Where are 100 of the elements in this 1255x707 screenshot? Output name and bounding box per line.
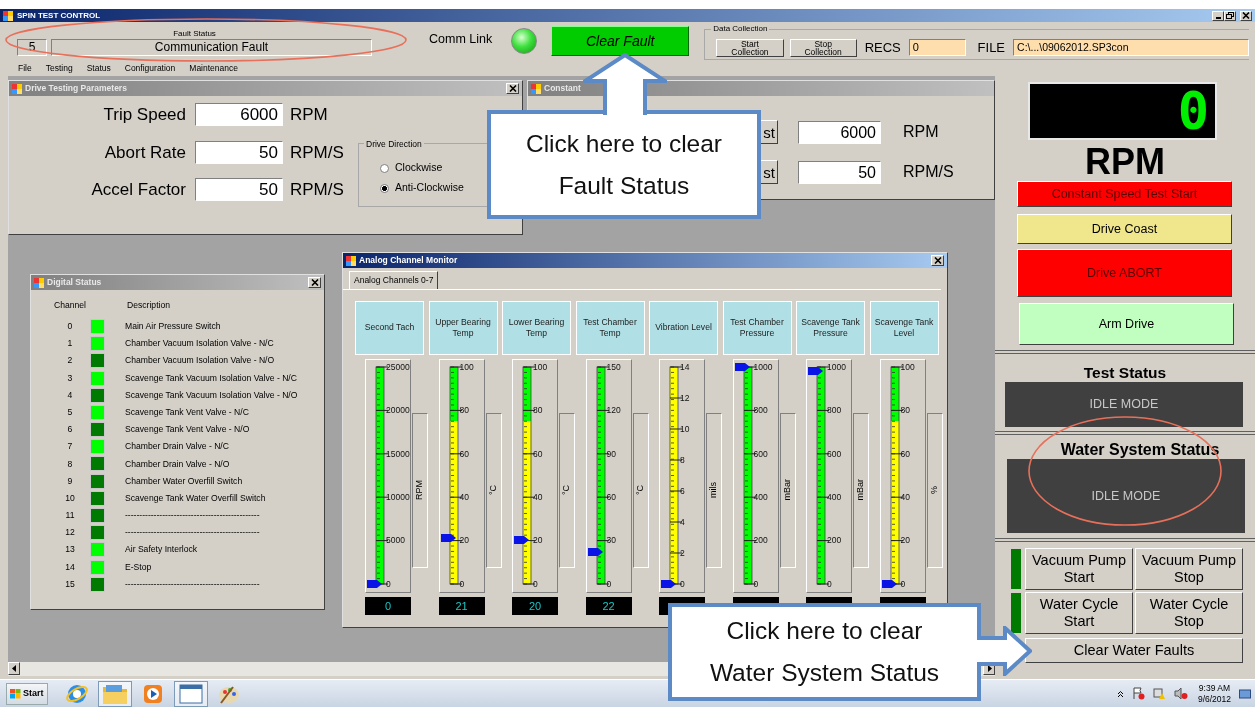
scale-label: 90: [606, 448, 616, 459]
scale-label: 12: [680, 392, 690, 403]
close-button[interactable]: [931, 255, 944, 266]
input-field[interactable]: 50: [195, 140, 283, 164]
unit-label: mils: [707, 482, 720, 499]
water-button[interactable]: Vacuum Pump Start: [1025, 548, 1133, 590]
channel-number: 4: [66, 388, 74, 402]
scale-label: 200: [827, 535, 842, 546]
scale-label: 80: [900, 405, 910, 416]
scroll-left-button[interactable]: [8, 662, 20, 675]
channel-header: Test Chamber Pressure: [722, 300, 792, 355]
scale-label: 6: [680, 485, 685, 496]
radio-button[interactable]: [380, 163, 389, 173]
scale-label: 1000: [827, 361, 846, 372]
channel-description: Chamber Water Overfill Switch: [125, 474, 243, 488]
collection-button[interactable]: Start Collection: [716, 38, 784, 57]
scale-label: 40: [900, 491, 910, 502]
radio-label: Anti-Clockwise: [395, 180, 464, 196]
recs-label: RECS: [864, 38, 901, 57]
recs-field[interactable]: 0: [908, 39, 966, 56]
unit-label: RPM: [413, 480, 426, 501]
channel-description: Main Air Pressure Switch: [125, 320, 221, 333]
unit-label: mBar: [854, 479, 867, 501]
fault-message: Communication Fault: [51, 38, 372, 56]
channel-description: Scavenge Tank Vacuum Isolation Valve - N/O: [125, 388, 298, 402]
window-icon[interactable]: [178, 683, 203, 704]
start-logo-icon: [10, 688, 21, 699]
comm-link-label: Comm Link: [429, 31, 493, 49]
scale-label: 80: [533, 405, 543, 416]
menu-item[interactable]: Status: [86, 61, 111, 75]
scale-label: 10: [680, 423, 690, 434]
speaker-icon[interactable]: [1173, 687, 1188, 700]
scale-label: 0: [386, 578, 391, 589]
folder-icon[interactable]: [101, 682, 128, 705]
menu-item[interactable]: Configuration: [124, 61, 176, 75]
clock-date: 9/6/2012: [1197, 693, 1231, 705]
input-field[interactable]: 50: [195, 178, 283, 202]
clear-fault-button[interactable]: Clear Fault: [551, 26, 690, 56]
app-icon: [12, 83, 22, 94]
app-icon: [3, 10, 13, 21]
right-arrow-icon: [986, 665, 992, 672]
flag-icon[interactable]: [1131, 687, 1145, 700]
close-button[interactable]: [506, 83, 519, 94]
scale-label: 5000: [386, 535, 405, 546]
file-field[interactable]: C:\...\09062012.SP3con: [1013, 39, 1250, 56]
minimize-button[interactable]: [1212, 10, 1224, 21]
column-header: Channel: [54, 299, 87, 312]
unit-label: RPM/S: [290, 141, 345, 164]
water-button[interactable]: Water Cycle Start: [1025, 592, 1133, 634]
scale-label: 600: [753, 448, 768, 459]
water-button[interactable]: Water Cycle Stop: [1135, 592, 1243, 634]
channel-number: 6: [66, 423, 74, 437]
app-icon: [531, 83, 541, 94]
channel-number: 0: [66, 320, 74, 333]
unit-label: mBar: [780, 479, 793, 501]
radio-button[interactable]: [380, 183, 389, 193]
drive-button[interactable]: Drive ABORT: [1017, 249, 1232, 297]
menu-item[interactable]: File: [18, 61, 32, 75]
menu-item[interactable]: Testing: [45, 61, 73, 75]
scale-label: 200: [753, 535, 768, 546]
window-title: Drive Testing Parameters: [25, 82, 127, 95]
play-icon[interactable]: [141, 682, 164, 705]
drive-button[interactable]: Constant Speed Test Start: [1017, 181, 1232, 207]
tab[interactable]: Analog Channels 0-7: [349, 271, 439, 289]
status-title: Water System Status: [1059, 440, 1221, 459]
status-display: IDLE MODE: [1007, 459, 1245, 533]
drive-button[interactable]: Arm Drive: [1019, 303, 1234, 345]
scale-label: 14: [680, 361, 690, 372]
scale-label: 0: [680, 578, 685, 589]
channel-number: 3: [66, 371, 74, 385]
close-button[interactable]: [1240, 10, 1252, 21]
window-title: Constant: [544, 82, 581, 95]
scale-label: 800: [827, 405, 842, 416]
input-field[interactable]: 6000: [195, 103, 283, 127]
readout: 22: [585, 596, 632, 615]
channel-header: Scavenge Tank Level: [869, 300, 939, 355]
app-icon: [34, 277, 44, 288]
collection-button[interactable]: Stop Collection: [789, 38, 857, 57]
scale-label: 400: [753, 491, 768, 502]
close-button[interactable]: [308, 277, 321, 288]
clear-water-faults-button[interactable]: Clear Water Faults: [1025, 638, 1243, 663]
input-field[interactable]: 50: [798, 160, 881, 184]
status-title: Test Status: [1082, 363, 1168, 382]
drive-button[interactable]: Drive Coast: [1017, 214, 1232, 244]
restore-icon: [1226, 12, 1234, 19]
scale-label: 4: [680, 516, 685, 527]
group-label: Data Collection: [711, 23, 770, 34]
scale-label: 80: [459, 405, 469, 416]
channel-description: Scavenge Tank Water Overfill Switch: [125, 491, 266, 505]
menu-item[interactable]: Maintenance: [189, 61, 238, 75]
channel-header: Lower Bearing Temp: [502, 300, 571, 355]
scale-label: 120: [606, 405, 621, 416]
show-desktop-icon[interactable]: [1239, 687, 1251, 700]
water-button[interactable]: Vacuum Pump Stop: [1135, 548, 1243, 590]
input-field[interactable]: 6000: [798, 120, 881, 144]
restore-button[interactable]: [1224, 10, 1236, 21]
chevron-icon[interactable]: [1116, 689, 1124, 698]
channel-description: Chamber Vacuum Isolation Valve - N/O: [125, 354, 275, 368]
scale-label: 40: [533, 491, 543, 502]
start-button[interactable]: Start: [6, 682, 48, 705]
